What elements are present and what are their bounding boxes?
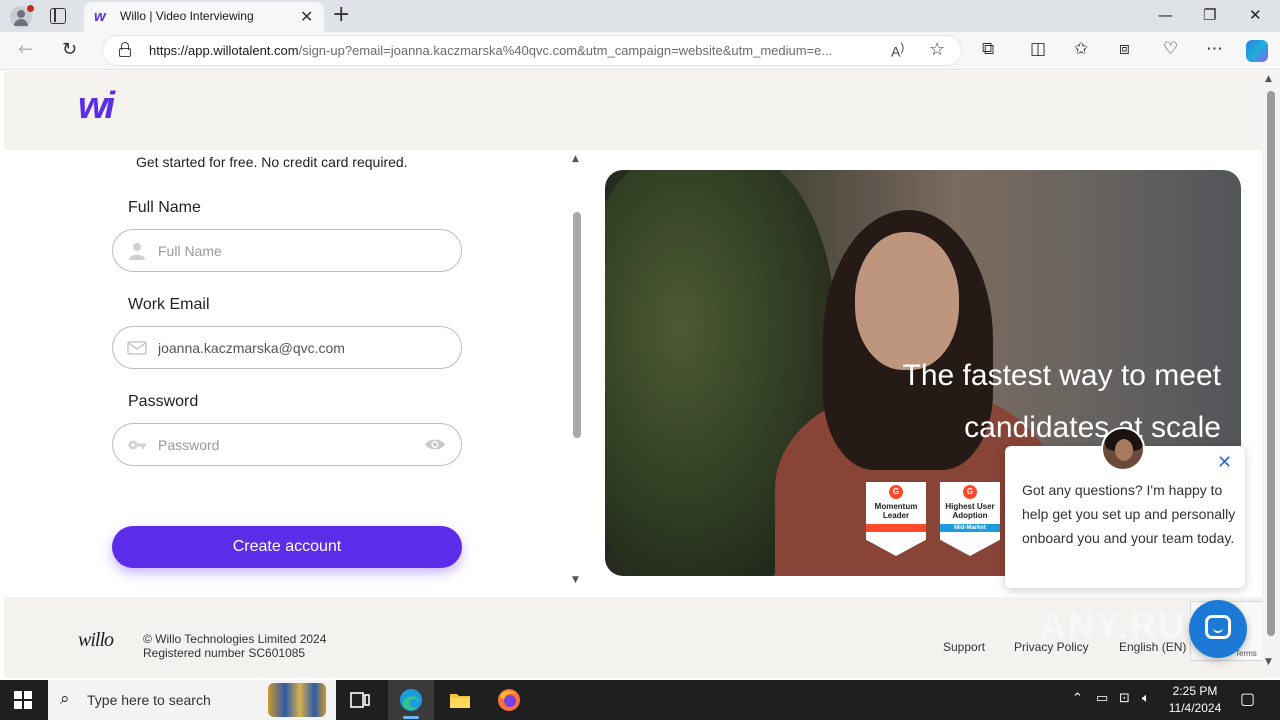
scroll-down-arrow-icon[interactable]: ▼ [572,575,579,585]
g2-logo-icon: G [889,485,903,499]
edge-browser-icon[interactable] [398,687,424,713]
task-view-icon[interactable] [347,687,373,713]
footer-willo-logo[interactable]: willo [78,629,114,652]
work-email-label: Work Email [128,296,210,313]
user-icon [129,243,145,260]
form-scroll-thumb[interactable] [573,212,581,438]
signup-form: Get started for free. No credit card req… [4,150,588,597]
password-field[interactable] [112,423,462,466]
badge-text: Highest User Adoption [945,502,995,520]
g2-logo-icon: G [963,485,977,499]
anyrun-watermark: ANY.RUN [1040,605,1215,646]
page-scroll-up-icon[interactable]: ▲ [1265,74,1272,84]
read-aloud-icon[interactable]: A) [891,41,904,60]
favorites-icon[interactable]: ✩ [1074,39,1088,59]
copilot-icon[interactable] [1246,40,1268,62]
close-window-button[interactable]: ✕ [1249,6,1262,24]
extensions-icon[interactable]: ⧉ [982,39,994,59]
taskbar-search[interactable]: ⌕ Type here to search [48,680,336,720]
back-arrow-icon[interactable]: ← [18,39,33,60]
work-email-field[interactable] [112,326,462,369]
network-icon[interactable]: ⊡ [1119,691,1130,706]
page-header: wi [4,71,1262,150]
browser-tab-active[interactable]: w Willo | Video Interviewing ✕ [84,2,324,32]
restore-button[interactable]: ❐ [1203,6,1216,24]
windows-taskbar: ⌕ Type here to search ⌃ ▭ ⊡ 🔈︎ 2:25 PM 1… [0,680,1280,720]
envelope-icon [127,341,147,355]
willo-logo[interactable]: wi [78,85,115,128]
tab-title: Willo | Video Interviewing [120,9,254,23]
notification-icon[interactable]: ▢ [1240,689,1255,708]
copyright-line: © Willo Technologies Limited 2024 [143,632,327,646]
tab-actions-icon[interactable] [50,8,66,24]
full-name-label: Full Name [128,199,201,216]
clock-time: 2:25 PM [1172,684,1218,698]
tagline-line-1: The fastest way to meet [902,359,1221,392]
page-scroll-down-icon[interactable]: ▼ [1265,657,1272,667]
form-subtitle: Get started for free. No credit card req… [136,154,408,170]
hero-tagline: The fastest way to meet candidates at sc… [801,350,1221,454]
address-bar[interactable]: https://app.willotalent.com/sign-up?emai… [102,35,962,66]
profile-avatar-icon[interactable] [10,5,34,28]
create-account-button[interactable]: Create account [112,526,462,568]
chat-message: Got any questions? I'm happy to help get… [1022,482,1236,546]
search-icon: ⌕ [60,689,70,709]
show-hidden-icons-chevron-icon[interactable]: ⌃ [1072,691,1083,706]
chat-close-icon[interactable]: ✕ [1217,452,1232,473]
new-tab-icon[interactable]: + [332,2,350,27]
form-scrollbar[interactable]: ▲ ▼ [570,150,584,597]
key-icon [128,440,146,450]
password-input[interactable] [158,434,408,456]
work-email-input[interactable] [158,337,408,359]
badge-stripe: Mid-Market [940,524,1000,532]
willo-favicon-icon: w [94,8,106,25]
full-name-field[interactable] [112,229,462,272]
volume-icon[interactable]: 🔈︎ [1142,691,1150,706]
url-text[interactable]: https://app.willotalent.com/sign-up?emai… [149,43,889,58]
taskbar-clock[interactable]: 2:25 PM 11/4/2024 [1160,683,1230,717]
badge-stripe [866,524,926,532]
search-highlight-image [268,683,326,717]
footer-copyright: © Willo Technologies Limited 2024 Regist… [143,632,326,660]
windows-start-icon[interactable] [14,691,32,709]
more-options-icon[interactable]: ⋯ [1206,39,1223,59]
clock-date: 11/4/2024 [1168,701,1222,715]
browser-toolbar: ← ↻ https://app.willotalent.com/sign-up?… [0,32,1280,70]
show-password-eye-icon[interactable] [424,437,446,452]
chat-agent-avatar [1101,427,1145,471]
recaptcha-terms[interactable]: Terms [1235,649,1257,658]
lock-icon[interactable] [119,42,131,57]
scroll-up-arrow-icon[interactable]: ▲ [572,154,579,164]
battery-icon[interactable]: ▭ [1096,691,1108,706]
full-name-input[interactable] [158,240,408,262]
badge-text: Momentum Leader [874,502,918,520]
firefox-icon[interactable] [496,687,522,713]
file-explorer-icon[interactable] [447,687,473,713]
password-label: Password [128,393,199,410]
split-screen-icon[interactable]: ◫ [1030,39,1046,59]
page-scroll-thumb[interactable] [1267,91,1275,636]
minimize-button[interactable]: — [1158,6,1173,24]
web-page: wi Get started for free. No credit card … [4,71,1262,678]
chat-bubble-icon [1205,615,1231,639]
browser-tab-bar: w Willo | Video Interviewing ✕ + — ❐ ✕ [0,0,1280,32]
tab-close-icon[interactable]: ✕ [300,7,313,26]
favorite-star-icon[interactable]: ☆ [929,39,945,60]
refresh-icon[interactable]: ↻ [62,39,77,60]
registered-number: Registered number SC601085 [143,646,306,660]
page-scrollbar[interactable]: ▲ ▼ [1262,71,1280,678]
browser-essentials-icon[interactable]: ♡ [1163,39,1178,59]
taskbar-search-placeholder: Type here to search [87,692,211,708]
footer-link-support[interactable]: Support [943,640,985,654]
chat-launcher-button[interactable] [1189,600,1247,658]
collections-icon[interactable]: ⧈ [1119,39,1130,59]
